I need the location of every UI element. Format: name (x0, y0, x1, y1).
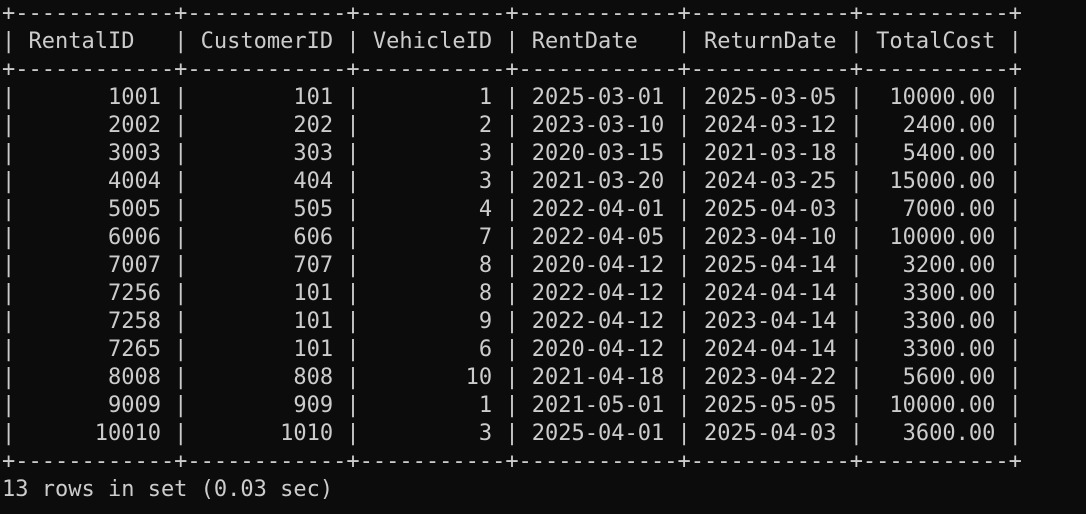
table-body: | 1001 | 101 | 1 | 2025-03-01 | 2025-03-… (2, 84, 1086, 448)
table-row: | 10010 | 1010 | 3 | 2025-04-01 | 2025-0… (2, 421, 1022, 446)
table-row: | 7007 | 707 | 8 | 2020-04-12 | 2025-04-… (2, 253, 1022, 278)
table-border-bottom: +------------+------------+-----------+-… (2, 449, 1022, 474)
query-status: 13 rows in set (0.03 sec) (2, 477, 334, 502)
table-row: | 5005 | 505 | 4 | 2022-04-01 | 2025-04-… (2, 197, 1022, 222)
table-row: | 7258 | 101 | 9 | 2022-04-12 | 2023-04-… (2, 309, 1022, 334)
terminal-window[interactable]: +------------+------------+-----------+-… (0, 0, 1086, 514)
table-header-row: | RentalID | CustomerID | VehicleID | Re… (2, 29, 1022, 54)
table-row: | 4004 | 404 | 3 | 2021-03-20 | 2024-03-… (2, 169, 1022, 194)
table-row: | 9009 | 909 | 1 | 2021-05-01 | 2025-05-… (2, 393, 1022, 418)
table-border-header: +------------+------------+-----------+-… (2, 57, 1022, 82)
table-row: | 7265 | 101 | 6 | 2020-04-12 | 2024-04-… (2, 337, 1022, 362)
table-row: | 3003 | 303 | 3 | 2020-03-15 | 2021-03-… (2, 141, 1022, 166)
table-row: | 1001 | 101 | 1 | 2025-03-01 | 2025-03-… (2, 85, 1022, 110)
table-row: | 6006 | 606 | 7 | 2022-04-05 | 2023-04-… (2, 225, 1022, 250)
table-row: | 2002 | 202 | 2 | 2023-03-10 | 2024-03-… (2, 113, 1022, 138)
table-row: | 8008 | 808 | 10 | 2021-04-18 | 2023-04… (2, 365, 1022, 390)
table-row: | 7256 | 101 | 8 | 2022-04-12 | 2024-04-… (2, 281, 1022, 306)
table-border-top: +------------+------------+-----------+-… (2, 1, 1022, 26)
